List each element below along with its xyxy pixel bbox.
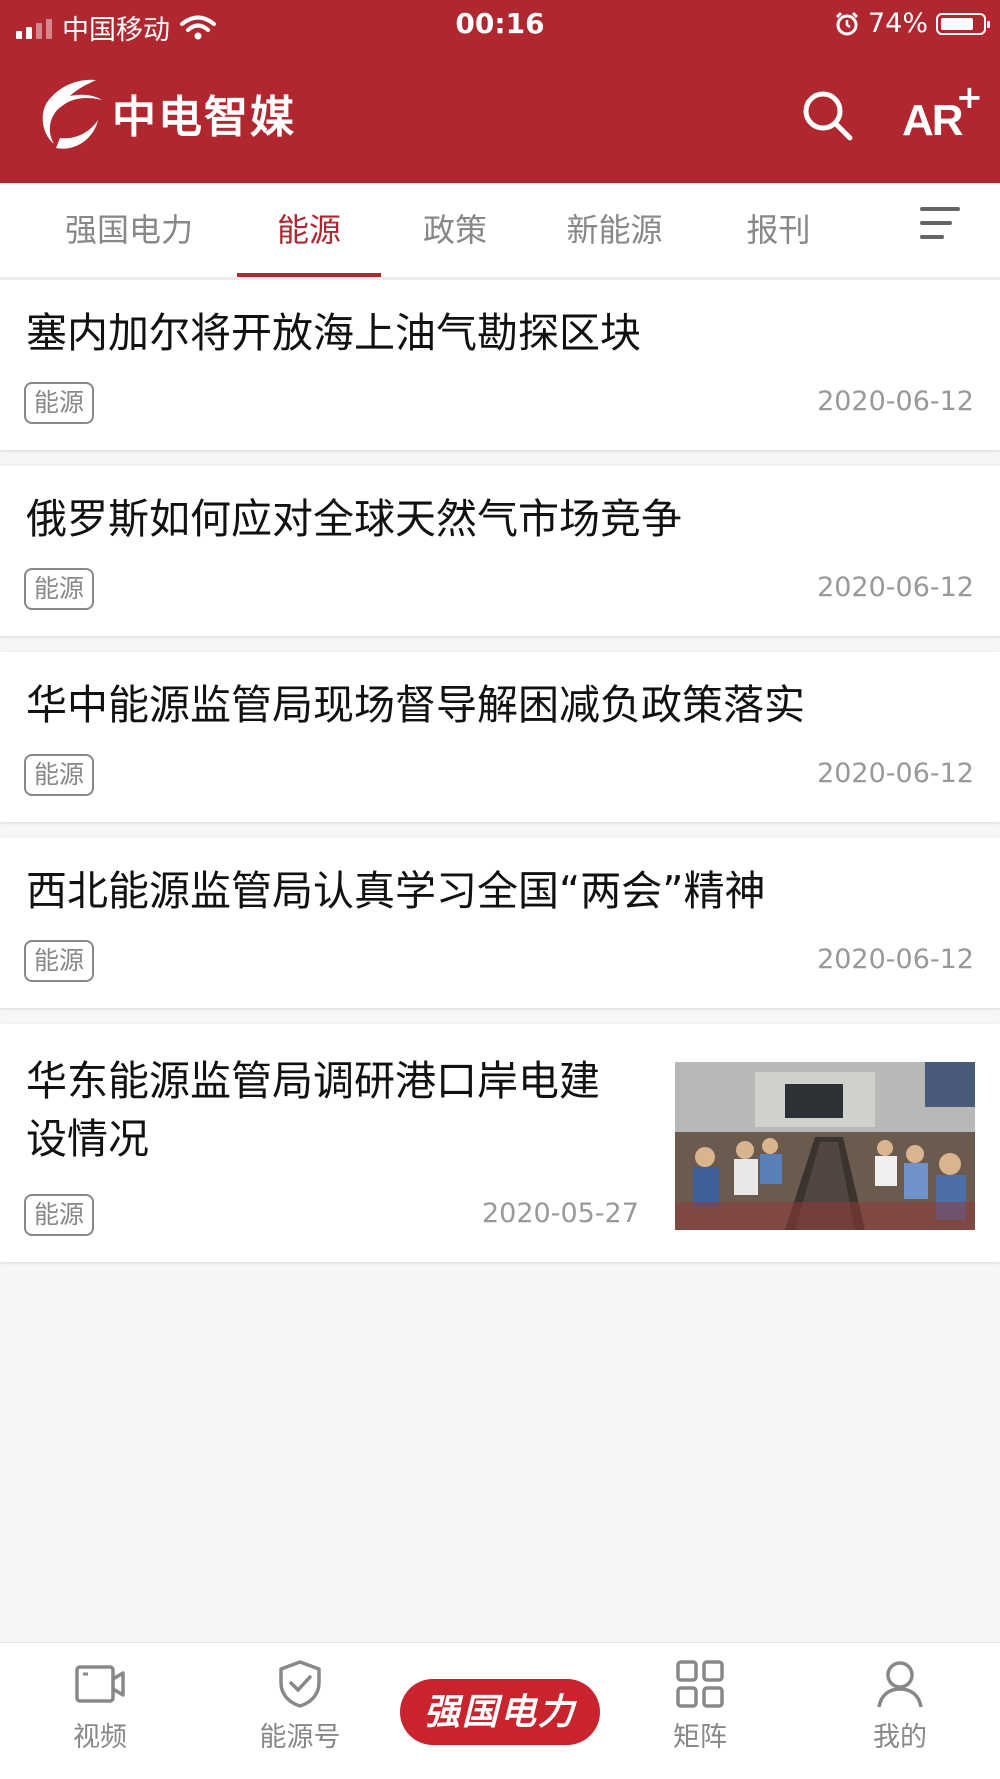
logo-swoosh-icon bbox=[42, 79, 102, 149]
list-item[interactable]: 华中能源监管局现场督导解困减负政策落实 能源 2020-06-12 bbox=[0, 652, 1000, 822]
nav-energy-account-label: 能源号 bbox=[259, 1722, 341, 1753]
user-icon bbox=[877, 1661, 923, 1708]
nav-matrix[interactable]: 矩阵 bbox=[640, 1659, 760, 1754]
nav-mine[interactable]: 我的 bbox=[840, 1659, 960, 1754]
nav-qiangguo-dianli-button[interactable]: 强国电力 bbox=[400, 1679, 600, 1745]
article-date: 2020-06-12 bbox=[817, 386, 974, 417]
article-title: 俄罗斯如何应对全球天然气市场竞争 bbox=[26, 495, 682, 543]
app-header: 中国移动 00:16 74% 中电智媒 AR + bbox=[0, 0, 1000, 183]
nav-matrix-label: 矩阵 bbox=[673, 1722, 727, 1753]
article-date: 2020-06-12 bbox=[817, 758, 974, 789]
category-tag: 能源 bbox=[24, 1194, 95, 1236]
article-title: 华东能源监管局调研港口岸电建 设情况 bbox=[26, 1052, 600, 1168]
tab-qiangguo-dianli[interactable]: 强国电力 bbox=[54, 183, 204, 277]
meeting-room-photo bbox=[675, 1062, 975, 1230]
tab-energy[interactable]: 能源 bbox=[237, 183, 381, 277]
nav-video[interactable]: 视频 bbox=[40, 1659, 160, 1754]
list-item[interactable]: 俄罗斯如何应对全球天然气市场竞争 能源 2020-06-12 bbox=[0, 466, 1000, 636]
battery-percent: 74% bbox=[867, 8, 928, 39]
search-icon bbox=[803, 91, 853, 141]
app-name: 中电智媒 bbox=[112, 92, 296, 143]
nav-energy-account[interactable]: 能源号 bbox=[240, 1659, 360, 1754]
search-button[interactable] bbox=[800, 88, 856, 144]
article-date: 2020-06-12 bbox=[817, 944, 974, 975]
category-tag: 能源 bbox=[24, 568, 95, 610]
battery-icon bbox=[936, 12, 990, 35]
article-date: 2020-05-27 bbox=[482, 1198, 639, 1229]
article-title: 塞内加尔将开放海上油气勘探区块 bbox=[26, 309, 641, 357]
shield-check-icon bbox=[279, 1660, 321, 1708]
active-tab-indicator bbox=[237, 273, 381, 277]
nav-video-label: 视频 bbox=[73, 1722, 127, 1753]
ar-button[interactable]: AR + bbox=[902, 78, 988, 146]
tab-new-energy[interactable]: 新能源 bbox=[552, 183, 677, 277]
article-date: 2020-06-12 bbox=[817, 572, 974, 603]
category-tag: 能源 bbox=[24, 754, 95, 796]
article-title-line: 设情况 bbox=[26, 1115, 149, 1163]
video-camera-icon bbox=[75, 1665, 125, 1703]
status-bar: 中国移动 00:16 74% bbox=[0, 0, 1000, 52]
bottom-navigation: 视频 能源号 强国电力 矩阵 我的 bbox=[0, 1642, 1000, 1779]
list-item[interactable]: 华东能源监管局调研港口岸电建 设情况 能源 2020-05-27 bbox=[0, 1024, 1000, 1262]
tab-policy[interactable]: 政策 bbox=[400, 183, 510, 277]
category-tabs: 强国电力 能源 政策 新能源 报刊 bbox=[0, 183, 1000, 277]
category-tag: 能源 bbox=[24, 382, 95, 424]
article-title: 华中能源监管局现场督导解困减负政策落实 bbox=[26, 681, 805, 729]
grid-icon bbox=[676, 1660, 724, 1708]
nav-mine-label: 我的 bbox=[873, 1722, 927, 1753]
article-title: 西北能源监管局认真学习全国“两会”精神 bbox=[26, 867, 766, 915]
ar-label: AR bbox=[902, 96, 964, 145]
tab-menu-button[interactable] bbox=[920, 207, 962, 249]
app-logo: 中电智媒 bbox=[36, 74, 296, 152]
list-item[interactable]: 西北能源监管局认真学习全国“两会”精神 能源 2020-06-12 bbox=[0, 838, 1000, 1008]
alarm-icon bbox=[835, 11, 859, 35]
article-thumbnail bbox=[675, 1062, 975, 1230]
category-tag: 能源 bbox=[24, 940, 95, 982]
plus-icon: + bbox=[956, 78, 983, 116]
tab-newspaper[interactable]: 报刊 bbox=[726, 183, 831, 277]
article-title-line: 华东能源监管局调研港口岸电建 bbox=[26, 1057, 600, 1105]
list-item[interactable]: 塞内加尔将开放海上油气勘探区块 能源 2020-06-12 bbox=[0, 280, 1000, 450]
